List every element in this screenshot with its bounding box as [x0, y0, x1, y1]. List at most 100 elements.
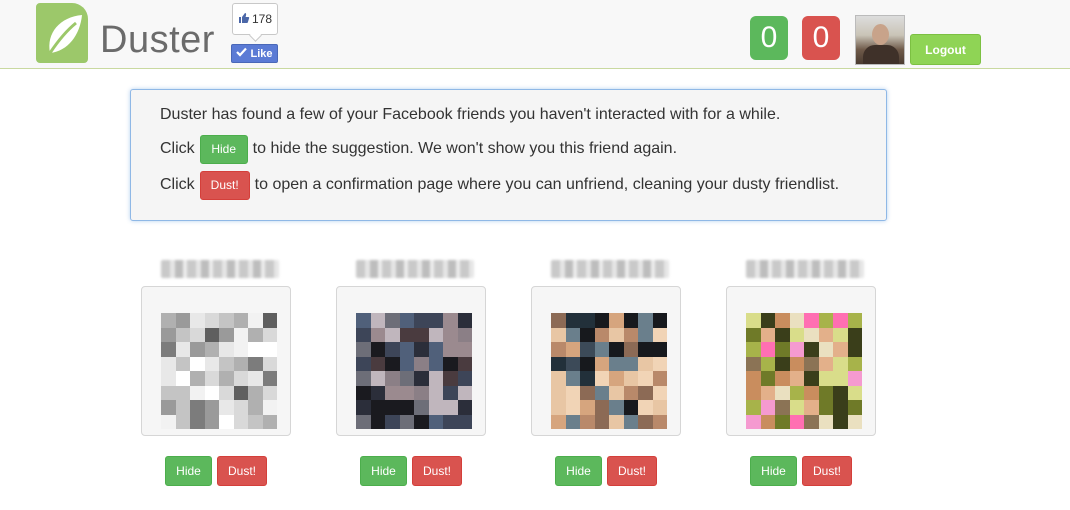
photo-pixel — [356, 342, 371, 357]
photo-pixel — [580, 313, 595, 328]
photo-pixel — [204, 385, 219, 400]
photo-pixel — [161, 342, 176, 357]
photo-pixel — [262, 327, 277, 342]
photo-pixel — [233, 342, 248, 357]
photo-pixel — [652, 414, 667, 429]
photo-pixel — [746, 385, 761, 400]
photo-pixel — [414, 313, 429, 328]
score-kept-counter: 0 — [750, 16, 788, 60]
photo-pixel — [775, 327, 790, 342]
photo-pixel — [370, 342, 385, 357]
photo-pixel — [443, 400, 458, 415]
photo-pixel — [219, 400, 234, 415]
photo-pixel — [609, 313, 624, 328]
photo-pixel — [219, 327, 234, 342]
photo-pixel — [818, 356, 833, 371]
photo-pixel — [804, 342, 819, 357]
photo-pixel — [775, 356, 790, 371]
photo-pixel — [356, 356, 371, 371]
dust-friend-button[interactable]: Dust! — [412, 456, 462, 486]
photo-pixel — [638, 414, 653, 429]
photo-pixel — [818, 400, 833, 415]
photo-pixel — [233, 371, 248, 386]
photo-pixel — [804, 400, 819, 415]
photo-pixel — [818, 414, 833, 429]
photo-pixel — [833, 414, 848, 429]
photo-pixel — [804, 371, 819, 386]
photo-pixel — [551, 356, 566, 371]
photo-pixel — [565, 414, 580, 429]
photo-pixel — [428, 385, 443, 400]
hide-friend-button[interactable]: Hide — [360, 456, 407, 486]
friend-card: Hide Dust! — [336, 256, 486, 492]
photo-pixel — [175, 414, 190, 429]
photo-pixel — [623, 414, 638, 429]
friend-photo-pixelated — [746, 313, 862, 429]
photo-pixel — [833, 342, 848, 357]
hide-friend-button[interactable]: Hide — [165, 456, 212, 486]
photo-pixel — [190, 313, 205, 328]
dust-friend-button[interactable]: Dust! — [217, 456, 267, 486]
photo-pixel — [399, 371, 414, 386]
photo-pixel — [399, 385, 414, 400]
photo-pixel — [775, 342, 790, 357]
friend-card: Hide Dust! — [141, 256, 291, 492]
photo-pixel — [204, 342, 219, 357]
photo-pixel — [551, 327, 566, 342]
photo-pixel — [623, 371, 638, 386]
photo-pixel — [457, 414, 472, 429]
friend-photo-pixelated — [161, 313, 277, 429]
photo-pixel — [399, 342, 414, 357]
photo-pixel — [609, 342, 624, 357]
photo-pixel — [847, 356, 862, 371]
leaf-icon — [36, 3, 88, 63]
dust-friend-button[interactable]: Dust! — [607, 456, 657, 486]
photo-pixel — [565, 342, 580, 357]
user-avatar[interactable] — [855, 15, 905, 65]
photo-pixel — [789, 342, 804, 357]
photo-pixel — [565, 385, 580, 400]
example-hide-button[interactable]: Hide — [199, 134, 248, 164]
hide-friend-button[interactable]: Hide — [750, 456, 797, 486]
hide-friend-button[interactable]: Hide — [555, 456, 602, 486]
photo-pixel — [414, 385, 429, 400]
photo-pixel — [818, 371, 833, 386]
photo-pixel — [457, 371, 472, 386]
photo-pixel — [847, 327, 862, 342]
photo-pixel — [428, 342, 443, 357]
photo-pixel — [204, 414, 219, 429]
facebook-like-button[interactable]: Like — [231, 44, 278, 63]
photo-pixel — [414, 371, 429, 386]
photo-pixel — [385, 371, 400, 386]
example-dust-button[interactable]: Dust! — [199, 170, 250, 200]
photo-pixel — [847, 414, 862, 429]
photo-pixel — [565, 327, 580, 342]
photo-pixel — [370, 371, 385, 386]
thumbs-up-icon — [238, 12, 250, 27]
top-bar: Duster 178 Like 0 0 Logout — [0, 0, 1070, 69]
photo-pixel — [551, 313, 566, 328]
like-label: Like — [250, 47, 273, 60]
logout-button[interactable]: Logout — [910, 34, 981, 65]
photo-pixel — [594, 356, 609, 371]
photo-pixel — [609, 327, 624, 342]
friend-photo-frame — [531, 286, 681, 436]
photo-pixel — [443, 356, 458, 371]
photo-pixel — [652, 342, 667, 357]
photo-pixel — [190, 400, 205, 415]
photo-pixel — [262, 400, 277, 415]
photo-pixel — [818, 327, 833, 342]
photo-pixel — [161, 327, 176, 342]
info-line-intro: Duster has found a few of your Facebook … — [160, 106, 781, 123]
photo-pixel — [594, 400, 609, 415]
photo-pixel — [746, 371, 761, 386]
photo-pixel — [457, 327, 472, 342]
blurred-friend-name — [356, 260, 474, 278]
photo-pixel — [219, 342, 234, 357]
photo-pixel — [175, 400, 190, 415]
photo-pixel — [262, 342, 277, 357]
photo-pixel — [175, 371, 190, 386]
photo-pixel — [399, 414, 414, 429]
dust-friend-button[interactable]: Dust! — [802, 456, 852, 486]
photo-pixel — [356, 327, 371, 342]
